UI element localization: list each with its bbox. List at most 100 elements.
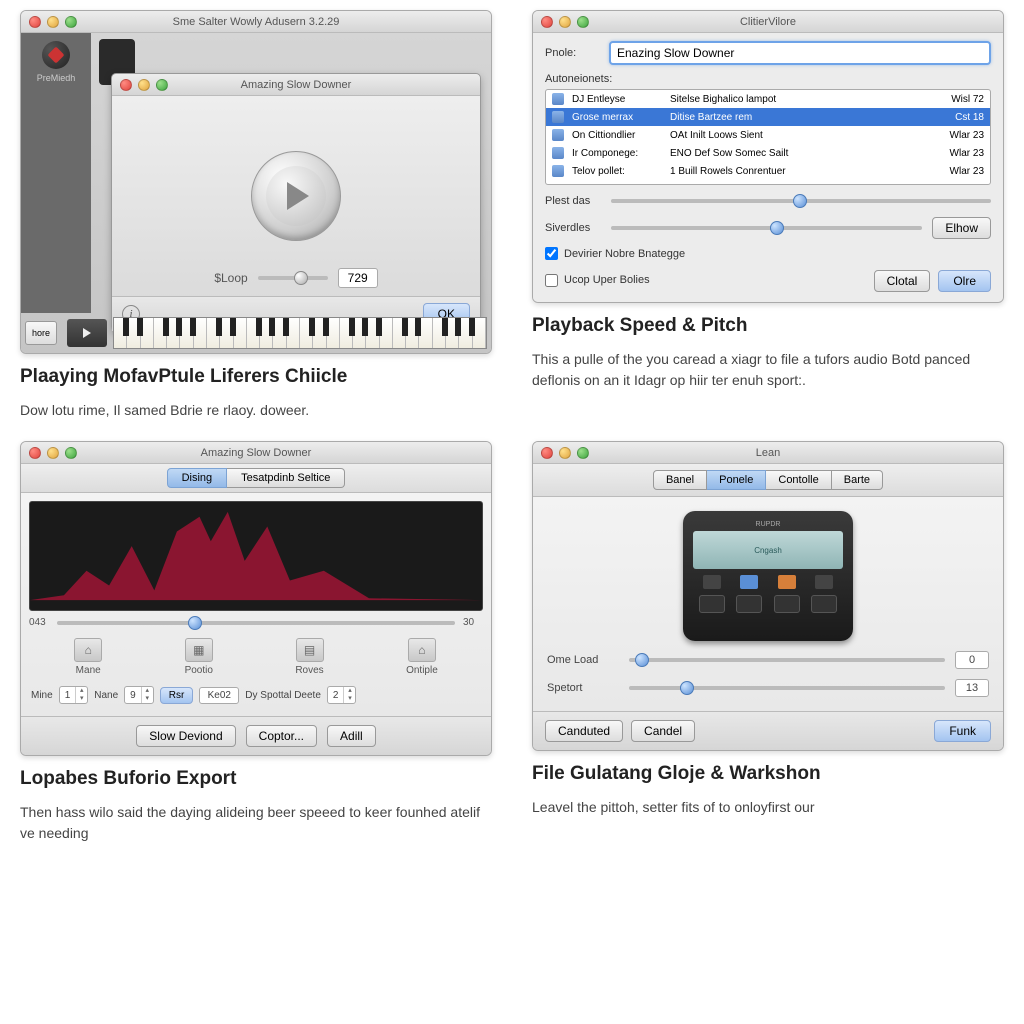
meter-icon [42, 41, 70, 69]
label-spot: Dy Spottal Deete [245, 690, 321, 701]
canduted-button[interactable]: Canduted [545, 720, 623, 742]
spinner-spot[interactable]: 2▴▾ [327, 686, 357, 704]
label-nane: Nane [94, 690, 118, 701]
file-icon [552, 111, 564, 123]
slider-load[interactable] [629, 658, 945, 662]
panel-prefs: ClitierVilore Pnole: Autoneionets: DJ En… [532, 10, 1004, 421]
minimize-icon[interactable] [559, 447, 571, 459]
close-icon[interactable] [120, 79, 132, 91]
home-icon: ⌂ [408, 638, 436, 662]
card-desc: Then hass wilo said the daying alideing … [20, 802, 492, 844]
icon-ontiple[interactable]: ⌂Ontiple [406, 638, 438, 676]
titlebar-outer: Sme Salter Wowly Adusern 3.2.29 [21, 11, 491, 33]
close-icon[interactable] [29, 447, 41, 459]
slider-label: Ome Load [547, 654, 619, 666]
file-icon [552, 147, 564, 159]
keyboard-strip: hore [21, 313, 491, 353]
footer-button[interactable]: hore [25, 321, 57, 345]
icon-row: ⌂Mane ▦Pootio ▤Roves ⌂Ontiple [33, 638, 479, 676]
window-title: Lean [533, 447, 1003, 459]
slider-spetort[interactable] [629, 686, 945, 690]
item-list[interactable]: DJ EntleyseSitelse Bighalico lampotWisl … [545, 89, 991, 185]
zoom-icon[interactable] [65, 447, 77, 459]
position-slider[interactable] [57, 621, 455, 625]
window-prefs: ClitierVilore Pnole: Autoneionets: DJ En… [532, 10, 1004, 303]
list-item: DJ EntleyseSitelse Bighalico lampotWisl … [546, 90, 990, 108]
profile-input[interactable] [609, 41, 991, 65]
loop-label: $Loop [214, 271, 247, 285]
loop-slider[interactable] [258, 276, 328, 280]
slider-pitch[interactable] [611, 226, 922, 230]
rsr-button[interactable]: Rsr [160, 687, 194, 704]
waveform-display[interactable] [29, 501, 483, 611]
ok-button[interactable]: Olre [938, 270, 991, 292]
captor-button[interactable]: Coptor... [246, 725, 317, 747]
slow-button[interactable]: Slow Deviond [136, 725, 235, 747]
slider-label: Siverdles [545, 222, 601, 234]
grid-icon: ▦ [185, 638, 213, 662]
list-label: Autoneionets: [545, 73, 991, 85]
spinner-nane[interactable]: 9▴▾ [124, 686, 154, 704]
minimize-icon[interactable] [559, 16, 571, 28]
file-icon [552, 93, 564, 105]
close-icon[interactable] [29, 16, 41, 28]
tab-bar: Dising Tesatpdinb Seltice [21, 464, 491, 493]
sidebar-label: PreMiedh [37, 73, 76, 83]
window-device: Lean Banel Ponele Contolle Barte RUPDR C… [532, 441, 1004, 751]
tab-bar: Banel Ponele Contolle Barte [533, 464, 1003, 497]
window-inner: Amazing Slow Downer $Loop 729 i OK [111, 73, 481, 332]
cancel-button[interactable]: Candel [631, 720, 695, 742]
slider-playback[interactable] [611, 199, 991, 203]
file-icon [552, 165, 564, 177]
list-icon: ▤ [296, 638, 324, 662]
play-button[interactable] [251, 151, 341, 241]
list-item: Grose merraxDitise Bartzee remCst 18 [546, 108, 990, 126]
card-heading: Plaaying MofavPtule Liferers Chiicle [20, 366, 492, 388]
panel-waveform: Amazing Slow Downer Dising Tesatpdinb Se… [20, 441, 492, 844]
wave-pos-right: 30 [463, 617, 483, 628]
cancel-button[interactable]: Clotal [874, 270, 931, 292]
loop-value[interactable]: 729 [338, 268, 378, 288]
zoom-icon[interactable] [577, 16, 589, 28]
play-icon [287, 182, 309, 210]
tab-contolle[interactable]: Contolle [766, 470, 831, 490]
play-button-small[interactable] [67, 319, 107, 347]
checkbox-row[interactable]: Ucop Uper Bolies [545, 274, 650, 287]
zoom-icon[interactable] [65, 16, 77, 28]
piano-keys[interactable] [113, 317, 487, 349]
icon-pootio[interactable]: ▦Pootio [185, 638, 213, 676]
add-button[interactable]: Adill [327, 725, 376, 747]
close-icon[interactable] [541, 16, 553, 28]
card-desc: This a pulle of the you caread a xiagr t… [532, 349, 1004, 391]
profile-label: Pnole: [545, 47, 601, 59]
checkbox[interactable] [545, 274, 558, 287]
checkbox-row[interactable]: Devirier Nobre Bnategge [545, 247, 991, 260]
tab-barte[interactable]: Barte [832, 470, 883, 490]
funk-button[interactable]: Funk [934, 720, 991, 742]
tab-dising[interactable]: Dising [167, 468, 228, 488]
icon-roves[interactable]: ▤Roves [295, 638, 323, 676]
sidebar: PreMiedh [21, 33, 91, 313]
file-icon [552, 129, 564, 141]
spinner-mine[interactable]: 1▴▾ [59, 686, 89, 704]
tab-settings[interactable]: Tesatpdinb Seltice [227, 468, 345, 488]
zoom-icon[interactable] [577, 447, 589, 459]
minimize-icon[interactable] [47, 447, 59, 459]
window-title: Amazing Slow Downer [21, 447, 491, 459]
list-item: Ir Componege:ENO Def Sow Somec SailtWlar… [546, 144, 990, 162]
tab-banel[interactable]: Banel [653, 470, 707, 490]
slider-value: 0 [955, 651, 989, 669]
list-item: Telov pollet:1 Buill Rowels ConrentuerWl… [546, 162, 990, 180]
tab-ponele[interactable]: Ponele [707, 470, 766, 490]
zoom-icon[interactable] [156, 79, 168, 91]
card-heading: Lopabes Buforio Export [20, 768, 492, 790]
wave-pos-left: 043 [29, 617, 49, 628]
slider-label: Spetort [547, 682, 619, 694]
checkbox[interactable] [545, 247, 558, 260]
close-icon[interactable] [541, 447, 553, 459]
minimize-icon[interactable] [138, 79, 150, 91]
icon-mane[interactable]: ⌂Mane [74, 638, 102, 676]
minimize-icon[interactable] [47, 16, 59, 28]
rsr-value: Ke02 [199, 687, 239, 704]
show-button[interactable]: Elhow [932, 217, 991, 239]
